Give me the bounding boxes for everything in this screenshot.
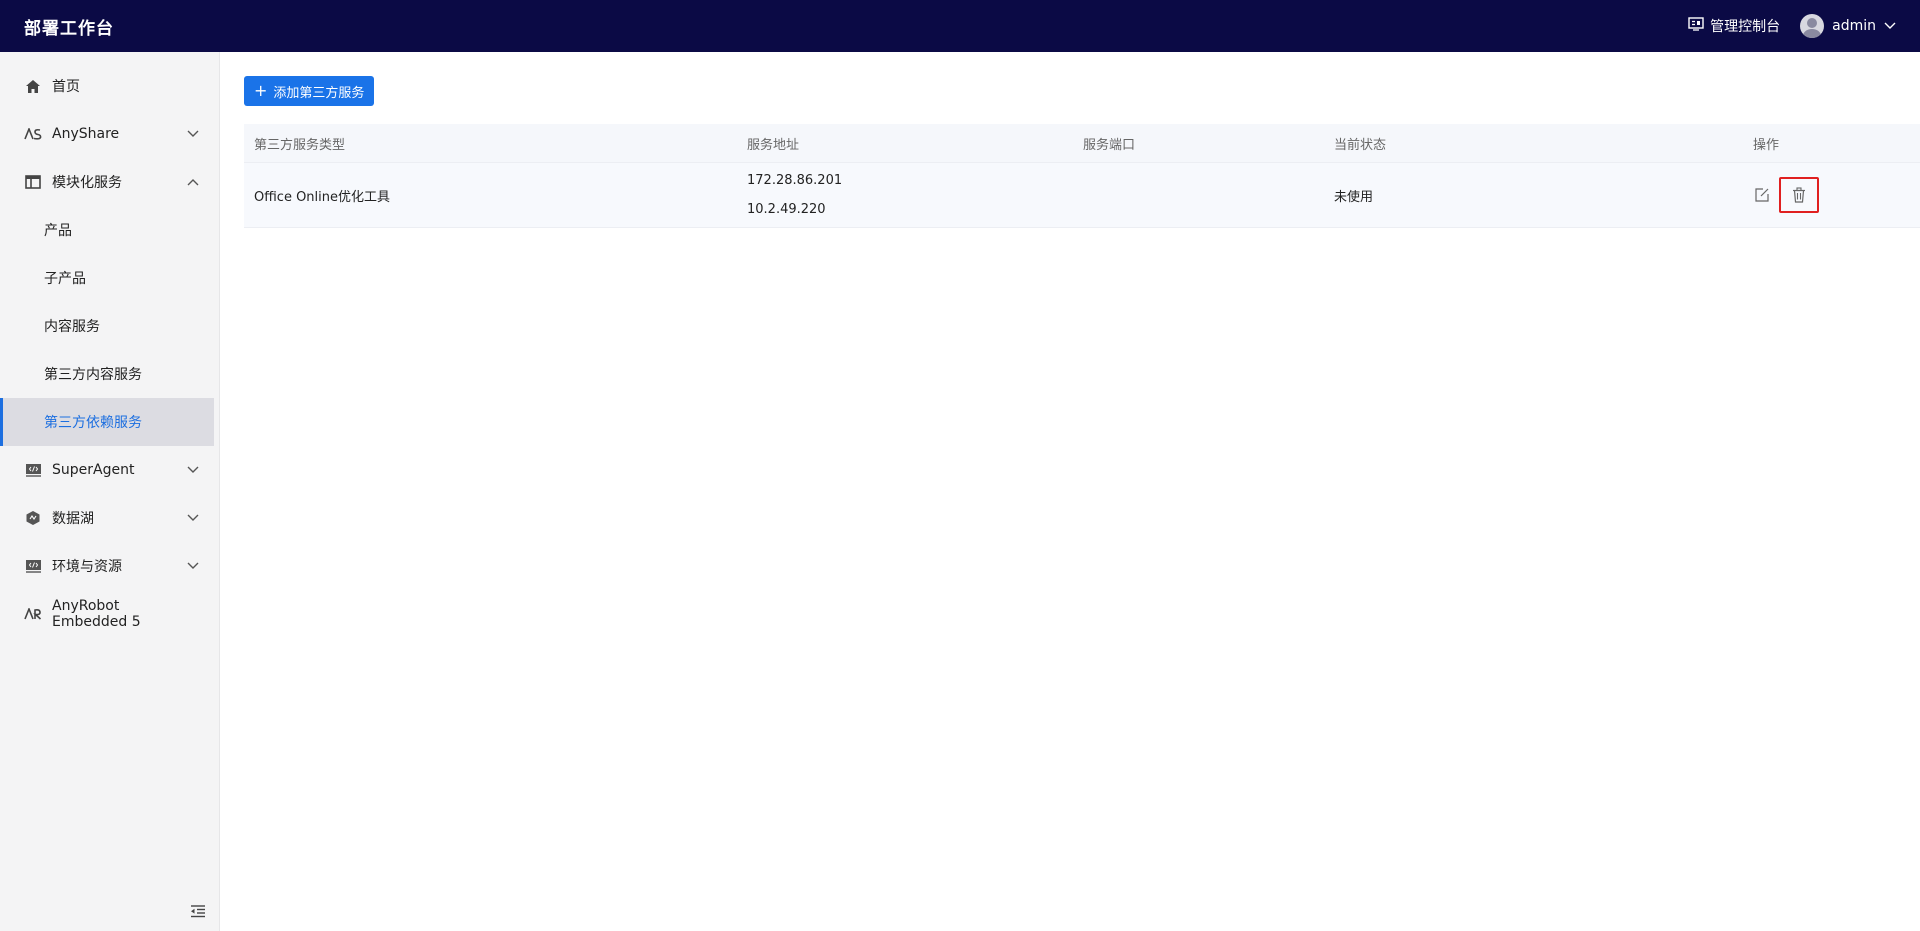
column-header: 操作 — [1753, 137, 1780, 153]
service-type-cell: Office Online优化工具 — [254, 189, 391, 205]
app-title: 部署工作台 — [24, 18, 114, 39]
sidebar-item-anyshare[interactable]: AnyShare — [0, 110, 219, 158]
services-table: 第三方服务类型 服务地址 服务端口 当前状态 操作 Office Online优… — [244, 124, 1920, 228]
sidebar-item-label: 内容服务 — [44, 319, 100, 335]
add-button-label: 添加第三方服务 — [273, 85, 365, 101]
table-row: Office Online优化工具 172.28.86.201 10.2.49.… — [244, 162, 1920, 228]
username: admin — [1832, 18, 1876, 34]
column-header: 服务地址 — [747, 137, 800, 153]
console-label: 管理控制台 — [1710, 19, 1781, 35]
chevron-down-icon — [187, 464, 199, 476]
layout-icon — [24, 173, 42, 191]
sidebar-item-label: 首页 — [52, 79, 80, 95]
admin-console-link[interactable]: 管理控制台 — [1688, 16, 1780, 36]
code-window-icon — [24, 557, 42, 575]
chevron-up-icon — [187, 176, 199, 188]
sidebar-item-label: 数据湖 — [52, 511, 94, 527]
sidebar-item-label: 第三方依赖服务 — [44, 415, 142, 431]
sidebar-item-home[interactable]: 首页 — [0, 62, 219, 110]
home-icon — [24, 77, 42, 95]
table-header: 第三方服务类型 服务地址 服务端口 当前状态 操作 — [244, 124, 1920, 162]
sidebar-item-label: SuperAgent — [52, 462, 135, 478]
console-icon — [1688, 17, 1704, 35]
delete-button-highlight[interactable] — [1779, 177, 1819, 213]
code-window-icon — [24, 461, 42, 479]
sidebar-nav: 首页 AnyShare 模块化服务 产品 子产品 内容服务 第三方内容服务 第三… — [0, 52, 219, 638]
sidebar-item-label: 模块化服务 — [52, 175, 122, 191]
main-content: + 添加第三方服务 第三方服务类型 服务地址 服务端口 当前状态 操作 Offi… — [244, 52, 1920, 931]
service-address: 172.28.86.201 — [747, 173, 843, 188]
sidebar-item-label: 子产品 — [44, 271, 86, 287]
actions-cell — [1753, 177, 1920, 213]
sidebar: 首页 AnyShare 模块化服务 产品 子产品 内容服务 第三方内容服务 第三… — [0, 52, 220, 931]
sidebar-subitem-third-party-content[interactable]: 第三方内容服务 — [0, 350, 219, 398]
service-address: 10.2.49.220 — [747, 202, 826, 217]
top-header: 部署工作台 管理控制台 admin — [0, 0, 1920, 52]
user-menu[interactable]: admin — [1800, 14, 1896, 38]
sidebar-subitem-third-party-dependency[interactable]: 第三方依赖服务 — [0, 398, 214, 446]
column-header: 第三方服务类型 — [254, 137, 346, 153]
chevron-down-icon — [187, 512, 199, 524]
sidebar-item-environment-resources[interactable]: 环境与资源 — [0, 542, 219, 590]
edit-icon[interactable] — [1753, 186, 1771, 204]
sidebar-item-label: AnyRobot Embedded 5 — [52, 598, 141, 630]
sidebar-item-label: 环境与资源 — [52, 559, 122, 575]
header-right: 管理控制台 admin — [1688, 14, 1896, 38]
avatar — [1800, 14, 1825, 38]
chevron-down-icon — [187, 128, 199, 140]
hexagon-icon — [24, 509, 42, 527]
sidebar-item-label: 产品 — [44, 223, 72, 239]
plus-icon: + — [254, 81, 268, 100]
column-header: 服务端口 — [1083, 137, 1136, 153]
status-cell: 未使用 — [1334, 189, 1374, 205]
sidebar-subitem-product[interactable]: 产品 — [0, 206, 219, 254]
sidebar-item-label: AnyShare — [52, 126, 120, 142]
sidebar-item-modular-services[interactable]: 模块化服务 — [0, 158, 219, 206]
column-header: 当前状态 — [1334, 137, 1387, 153]
chevron-down-icon — [1884, 18, 1896, 34]
sidebar-item-datalake[interactable]: 数据湖 — [0, 494, 219, 542]
trash-icon[interactable] — [1790, 186, 1808, 204]
anyrobot-logo-icon — [24, 605, 42, 623]
sidebar-item-label: 第三方内容服务 — [44, 367, 142, 383]
service-address-cell: 172.28.86.201 10.2.49.220 — [747, 173, 1083, 217]
sidebar-item-anyrobot[interactable]: AnyRobot Embedded 5 — [0, 590, 219, 638]
sidebar-item-superagent[interactable]: SuperAgent — [0, 446, 219, 494]
add-third-party-service-button[interactable]: + 添加第三方服务 — [244, 76, 375, 106]
collapse-sidebar-icon[interactable] — [190, 903, 208, 921]
chevron-down-icon — [187, 560, 199, 572]
anyshare-logo-icon — [24, 125, 42, 143]
sidebar-subitem-subproduct[interactable]: 子产品 — [0, 254, 219, 302]
sidebar-subitem-content-service[interactable]: 内容服务 — [0, 302, 219, 350]
